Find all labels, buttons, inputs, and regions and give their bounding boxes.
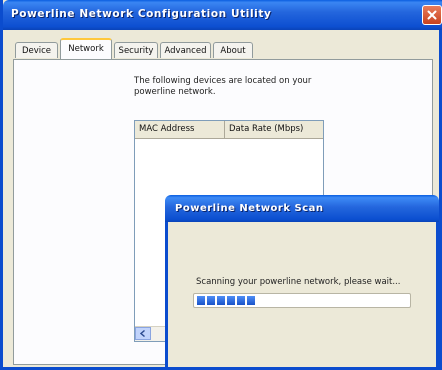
list-header: MAC Address Data Rate (Mbps) xyxy=(135,121,323,139)
tab-device[interactable]: Device xyxy=(15,42,58,58)
tab-security[interactable]: Security xyxy=(114,42,158,58)
tab-label: Advanced xyxy=(164,46,207,56)
progress-block xyxy=(227,296,235,305)
scan-dialog: Powerline Network Scan Scanning your pow… xyxy=(165,195,439,370)
chevron-left-icon xyxy=(140,330,145,337)
tab-label: Device xyxy=(21,46,52,56)
progress-block xyxy=(247,296,255,305)
progress-block xyxy=(237,296,245,305)
scroll-left-button[interactable] xyxy=(135,327,151,340)
scan-status-message: Scanning your powerline network, please … xyxy=(196,277,401,287)
tab-label: Security xyxy=(118,46,154,56)
title-bar[interactable]: Powerline Network Configuration Utility xyxy=(3,0,442,30)
dialog-title-bar[interactable]: Powerline Network Scan xyxy=(165,195,439,222)
progress-block xyxy=(197,296,205,305)
tab-network[interactable]: Network xyxy=(60,38,112,59)
tab-advanced[interactable]: Advanced xyxy=(160,42,211,58)
tab-about[interactable]: About xyxy=(213,42,253,58)
dialog-title: Powerline Network Scan xyxy=(175,203,324,214)
dialog-body: Scanning your powerline network, please … xyxy=(165,222,439,370)
progress-fill xyxy=(197,296,257,305)
network-description: The following devices are located on you… xyxy=(134,76,312,97)
window-title: Powerline Network Configuration Utility xyxy=(11,8,272,20)
scan-progress-bar xyxy=(193,293,411,308)
close-icon xyxy=(427,10,437,20)
tab-label: Network xyxy=(68,44,104,54)
close-button[interactable] xyxy=(422,5,442,25)
column-header-data-rate[interactable]: Data Rate (Mbps) xyxy=(225,121,323,138)
column-header-mac[interactable]: MAC Address xyxy=(135,121,225,138)
progress-block xyxy=(207,296,215,305)
tab-label: About xyxy=(220,46,246,56)
progress-block xyxy=(217,296,225,305)
